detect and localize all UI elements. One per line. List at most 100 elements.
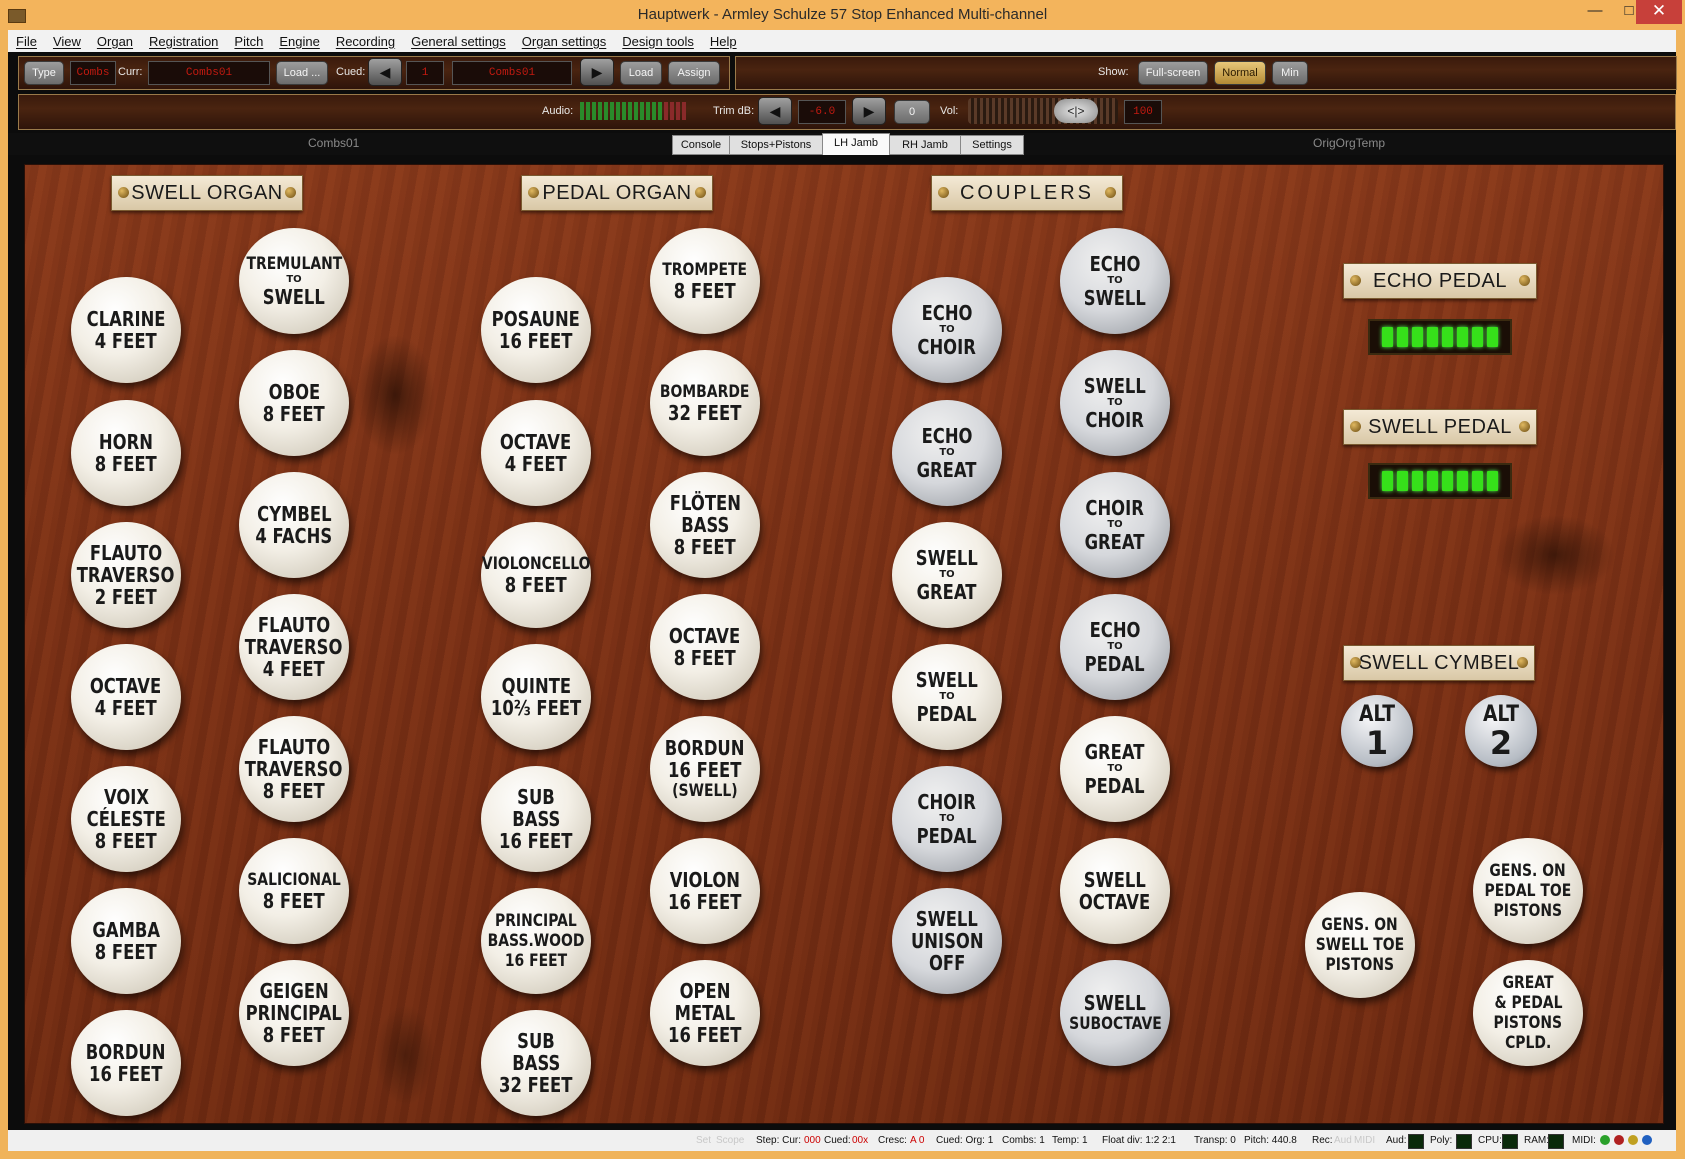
cued-next-button[interactable]: ▶	[580, 58, 614, 86]
tab-console[interactable]: Console	[672, 135, 730, 155]
status-float-div: Float div: 1:2 2:1	[1102, 1135, 1176, 1146]
tab-stops-pistons[interactable]: Stops+Pistons	[729, 135, 823, 155]
stop-tremulant-to-swell[interactable]: TREMULANT TO SWELL	[239, 228, 349, 334]
stop-principal-bass-wood-16[interactable]: PRINCIPAL BASS.WOOD 16 FEET	[481, 888, 591, 994]
stop-geigen-principal-8[interactable]: GEIGEN PRINCIPAL 8 FEET	[239, 960, 349, 1066]
lh-jamb-panel: SWELL ORGAN PEDAL ORGAN COUPLERS ECHO PE…	[24, 164, 1664, 1124]
swell-pedal-plaque: SWELL PEDAL	[1343, 409, 1537, 445]
status-set: Set	[696, 1135, 712, 1146]
stop-sub-bass-16[interactable]: SUB BASS 16 FEET	[481, 766, 591, 872]
stop-gamba-8[interactable]: GAMBA 8 FEET	[71, 888, 181, 994]
alt-2-button[interactable]: ALT 2	[1465, 695, 1537, 767]
coupler-echo-to-choir[interactable]: ECHO TO CHOIR	[892, 277, 1002, 383]
menu-pitch[interactable]: Pitch	[226, 34, 271, 49]
stop-horn-8[interactable]: HORN 8 FEET	[71, 400, 181, 506]
coupler-swell-suboctave[interactable]: SWELL SUBOCTAVE	[1060, 960, 1170, 1066]
great-pedal-pistons-cpld[interactable]: GREAT & PEDAL PISTONS CPLD.	[1473, 960, 1583, 1066]
stop-violoncello-8[interactable]: VIOLONCELLO 8 FEET	[481, 522, 591, 628]
coupler-choir-to-great[interactable]: CHOIR TO GREAT	[1060, 472, 1170, 578]
stop-cymbel-4-fachs[interactable]: CYMBEL 4 FACHS	[239, 472, 349, 578]
audio-toolbar	[18, 94, 1676, 130]
stop-posaune-16[interactable]: POSAUNE 16 FEET	[481, 277, 591, 383]
menu-registration[interactable]: Registration	[141, 34, 226, 49]
menu-help[interactable]: Help	[702, 34, 745, 49]
menu-engine[interactable]: Engine	[271, 34, 327, 49]
status-ram: RAM:	[1524, 1135, 1549, 1146]
swell-organ-plaque: SWELL ORGAN	[111, 175, 303, 211]
fullscreen-button[interactable]: Full-screen	[1138, 61, 1208, 85]
tab-rh-jamb[interactable]: RH Jamb	[889, 135, 961, 155]
curr-label: Curr:	[118, 66, 143, 78]
coupler-choir-to-pedal[interactable]: CHOIR TO PEDAL	[892, 766, 1002, 872]
status-cpu: CPU:	[1478, 1135, 1502, 1146]
coupler-echo-to-great[interactable]: ECHO TO GREAT	[892, 400, 1002, 506]
swell-organ-heading: SWELL ORGAN	[131, 182, 283, 204]
alt-1-button[interactable]: ALT 1	[1341, 695, 1413, 767]
stop-oboe-8[interactable]: OBOE 8 FEET	[239, 350, 349, 456]
trim-zero-button[interactable]: 0	[894, 100, 930, 124]
stop-violon-16[interactable]: VIOLON 16 FEET	[650, 838, 760, 944]
stop-clarine-4[interactable]: CLARINE 4 FEET	[71, 277, 181, 383]
coupler-echo-to-swell[interactable]: ECHO TO SWELL	[1060, 228, 1170, 334]
menu-organ-settings[interactable]: Organ settings	[514, 34, 615, 49]
midi-led-blue-icon	[1642, 1135, 1652, 1145]
menu-design-tools[interactable]: Design tools	[614, 34, 702, 49]
volume-slider[interactable]: <|>	[968, 98, 1118, 124]
status-cued: Cued:	[824, 1135, 851, 1146]
trim-up-button[interactable]: ▶	[852, 97, 886, 125]
stop-bordun-16-swell-pedal[interactable]: BORDUN 16 FEET (SWELL)	[650, 716, 760, 822]
coupler-swell-to-pedal[interactable]: SWELL TO PEDAL	[892, 644, 1002, 750]
status-step-cur: 000	[804, 1135, 821, 1146]
coupler-great-to-pedal[interactable]: GREAT TO PEDAL	[1060, 716, 1170, 822]
stop-octave-8-pedal[interactable]: OCTAVE 8 FEET	[650, 594, 760, 700]
stop-quinte-10-2-3[interactable]: QUINTE 10⅔ FEET	[481, 644, 591, 750]
gens-on-pedal-toe-pistons[interactable]: GENS. ON PEDAL TOE PISTONS	[1473, 838, 1583, 944]
cpu-meter-icon	[1502, 1134, 1518, 1149]
menu-file[interactable]: File	[8, 34, 45, 49]
pedal-organ-heading: PEDAL ORGAN	[542, 182, 692, 204]
status-rec-midi: MIDI	[1354, 1135, 1376, 1146]
stop-bombarde-32[interactable]: BOMBARDE 32 FEET	[650, 350, 760, 456]
coupler-swell-octave[interactable]: SWELL OCTAVE	[1060, 838, 1170, 944]
cued-prev-button[interactable]: ◀	[368, 58, 402, 86]
stop-floten-bass-8[interactable]: FLÖTEN BASS 8 FEET	[650, 472, 760, 578]
stop-voix-celeste-8[interactable]: VOIX CÉLESTE 8 FEET	[71, 766, 181, 872]
audio-level-meter	[580, 100, 700, 122]
stop-flauto-traverso-2[interactable]: FLAUTO TRAVERSO 2 FEET	[71, 522, 181, 628]
current-combination-display: Combs01	[148, 61, 270, 85]
stop-trompete-8[interactable]: TROMPETE 8 FEET	[650, 228, 760, 334]
trim-down-button[interactable]: ◀	[758, 97, 792, 125]
assign-button[interactable]: Assign	[668, 61, 720, 85]
coupler-swell-unison-off[interactable]: SWELL UNISON OFF	[892, 888, 1002, 994]
close-button[interactable]: ✕	[1636, 0, 1682, 24]
load-dots-button[interactable]: Load ...	[276, 61, 328, 85]
stop-open-metal-16[interactable]: OPEN METAL 16 FEET	[650, 960, 760, 1066]
gens-on-swell-toe-pistons[interactable]: GENS. ON SWELL TOE PISTONS	[1305, 892, 1415, 998]
min-button[interactable]: Min	[1272, 61, 1308, 85]
cued-label: Cued:	[336, 66, 366, 78]
volume-slider-handle[interactable]: <|>	[1054, 99, 1098, 123]
coupler-echo-to-pedal[interactable]: ECHO TO PEDAL	[1060, 594, 1170, 700]
menu-organ[interactable]: Organ	[89, 34, 141, 49]
coupler-swell-to-choir[interactable]: SWELL TO CHOIR	[1060, 350, 1170, 456]
menu-general-settings[interactable]: General settings	[403, 34, 514, 49]
stop-flauto-traverso-4[interactable]: FLAUTO TRAVERSO 4 FEET	[239, 594, 349, 700]
menu-recording[interactable]: Recording	[328, 34, 403, 49]
normal-button[interactable]: Normal	[1214, 61, 1266, 85]
coupler-swell-to-great[interactable]: SWELL TO GREAT	[892, 522, 1002, 628]
tab-lh-jamb[interactable]: LH Jamb	[822, 133, 890, 155]
load-button[interactable]: Load	[620, 61, 662, 85]
status-bar: Set Scope Step: Cur: 000 Cued: 00x Cresc…	[8, 1130, 1676, 1151]
menu-view[interactable]: View	[45, 34, 89, 49]
left-arrow-icon: ◀	[769, 103, 781, 119]
minimize-button[interactable]: —	[1578, 0, 1612, 24]
tab-settings[interactable]: Settings	[960, 135, 1024, 155]
stop-bordun-16-swell[interactable]: BORDUN 16 FEET	[71, 1010, 181, 1116]
type-button[interactable]: Type	[24, 61, 64, 85]
aud-meter-icon	[1408, 1134, 1424, 1149]
stop-octave-4-pedal[interactable]: OCTAVE 4 FEET	[481, 400, 591, 506]
stop-sub-bass-32[interactable]: SUB BASS 32 FEET	[481, 1010, 591, 1116]
stop-salicional-8[interactable]: SALICIONAL 8 FEET	[239, 838, 349, 944]
stop-flauto-traverso-8[interactable]: FLAUTO TRAVERSO 8 FEET	[239, 716, 349, 822]
stop-octave-4-swell[interactable]: OCTAVE 4 FEET	[71, 644, 181, 750]
